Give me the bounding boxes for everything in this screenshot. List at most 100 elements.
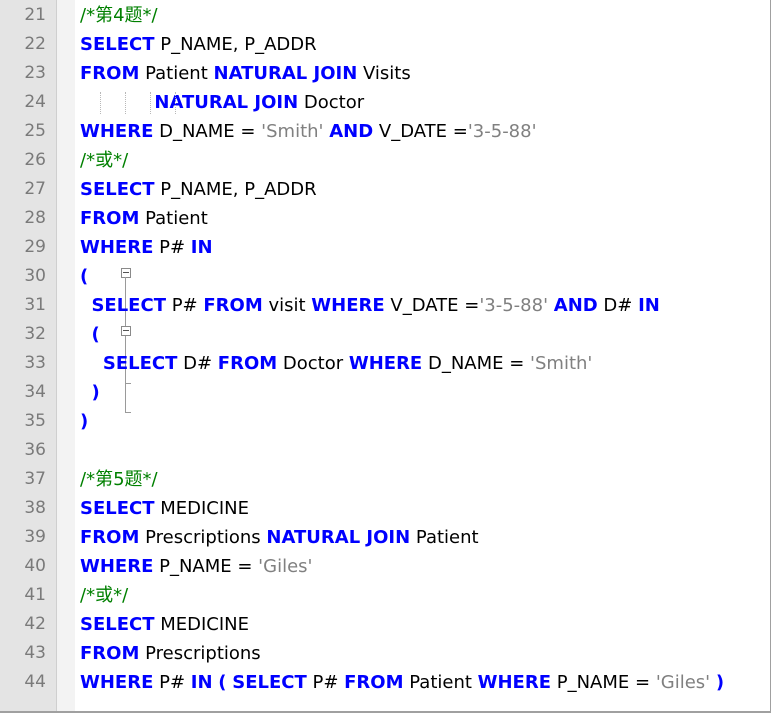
code-text[interactable]: FROM Prescriptions NATURAL JOIN Patient (80, 523, 770, 552)
code-line[interactable]: 33 SELECT D# FROM Doctor WHERE D_NAME = … (0, 349, 770, 378)
code-text[interactable]: SELECT P_NAME, P_ADDR (80, 30, 770, 59)
keyword-token: SELECT (80, 498, 155, 519)
keyword-token: FROM (80, 208, 140, 229)
line-number: 22 (24, 34, 46, 54)
code-line[interactable]: 39 FROM Prescriptions NATURAL JOIN Patien… (0, 523, 770, 552)
code-text[interactable]: WHERE D_NAME = 'Smith' AND V_DATE ='3-5-… (80, 117, 770, 146)
line-number: 33 (24, 353, 46, 373)
keyword-token: IN (190, 237, 213, 258)
keyword-token: SELECT (91, 295, 166, 316)
text-token: Patient (139, 208, 208, 229)
code-text[interactable]: SELECT MEDICINE (80, 610, 770, 639)
code-line[interactable]: 38 SELECT MEDICINE (0, 494, 770, 523)
text-token: D_NAME = (153, 121, 262, 142)
keyword-token: FROM (217, 353, 278, 374)
text-token: Prescriptions (139, 643, 261, 664)
text-token: MEDICINE (154, 498, 250, 519)
line-number: 43 (24, 643, 46, 663)
code-line[interactable]: 44 WHERE P# IN ( SELECT P# FROM Patient W… (0, 668, 770, 697)
line-number: 31 (24, 295, 46, 315)
code-text[interactable]: ( (80, 320, 770, 349)
keyword-token: AND (553, 295, 598, 316)
text-token: P# (153, 237, 191, 258)
indent-guide (100, 92, 101, 114)
text-token: P_NAME, P_ADDR (154, 179, 317, 200)
keyword-token: IN (190, 672, 213, 693)
code-line[interactable]: 35) (0, 407, 770, 436)
keyword-token: IN (638, 295, 660, 316)
keyword-token: WHERE (80, 556, 154, 577)
line-number: 30 (24, 266, 46, 286)
text-token: P# (306, 672, 345, 693)
code-text[interactable]: WHERE P# IN ( SELECT P# FROM Patient WHE… (80, 668, 770, 697)
code-line[interactable]: 40 WHERE P_NAME = 'Giles' (0, 552, 770, 581)
code-text[interactable]: SELECT P# FROM visit WHERE V_DATE ='3-5-… (80, 291, 770, 320)
line-number: 42 (24, 614, 46, 634)
text-token: Prescriptions (139, 527, 267, 548)
line-number: 39 (24, 527, 46, 547)
code-text[interactable]: ( (80, 262, 770, 291)
code-text[interactable]: /*第4题*/ (80, 1, 770, 30)
comment-token: /*第4题*/ (80, 5, 158, 26)
code-line[interactable]: 29 WHERE P# IN (0, 233, 770, 262)
keyword-token: FROM (80, 527, 140, 548)
keyword-token: FROM (344, 672, 404, 693)
code-text[interactable]: SELECT D# FROM Doctor WHERE D_NAME = 'Sm… (80, 349, 770, 378)
code-text[interactable]: FROM Patient NATURAL JOIN Visits (80, 59, 770, 88)
string-token: '3-5-88' (479, 295, 549, 316)
indent-guide (150, 92, 151, 114)
code-text[interactable]: ) (80, 378, 770, 407)
text-token: P# (153, 672, 191, 693)
text-token: Doctor (298, 92, 365, 113)
code-line[interactable]: 43 FROM Prescriptions (0, 639, 770, 668)
text-token: Patient (410, 527, 479, 548)
code-line[interactable]: 25 WHERE D_NAME = 'Smith' AND V_DATE ='3-… (0, 117, 770, 146)
line-number: 26 (24, 150, 46, 170)
code-text[interactable]: /*或*/ (80, 146, 770, 175)
code-line[interactable]: 36 (0, 436, 770, 465)
code-line[interactable]: 32 ( (0, 320, 770, 349)
code-text[interactable]: SELECT MEDICINE (80, 494, 770, 523)
text-token: P_NAME = (551, 672, 656, 693)
code-editor[interactable]: 21 /*第4题*/ 22 SELECT P_NAME, P_ADDR 23 FROM P… (0, 0, 771, 713)
code-line[interactable]: 27 SELECT P_NAME, P_ADDR (0, 175, 770, 204)
line-number: 44 (24, 672, 46, 692)
code-line[interactable]: 23 FROM Patient NATURAL JOIN Visits (0, 59, 770, 88)
code-line[interactable]: 21 /*第4题*/ (0, 1, 770, 30)
code-text[interactable]: /*第5题*/ (80, 465, 770, 494)
code-text[interactable]: WHERE P_NAME = 'Giles' (80, 552, 770, 581)
code-line[interactable]: 26 /*或*/ (0, 146, 770, 175)
code-text[interactable]: FROM Prescriptions (80, 639, 770, 668)
keyword-token: ) (715, 672, 725, 693)
string-token: 'Smith' (530, 353, 593, 374)
code-text[interactable]: FROM Patient (80, 204, 770, 233)
code-line[interactable]: 34 ) (0, 378, 770, 407)
code-line[interactable]: 28 FROM Patient (0, 204, 770, 233)
code-line[interactable]: 30 ( (0, 262, 770, 291)
line-number: 25 (24, 121, 46, 141)
text-token: V_DATE = (384, 295, 480, 316)
code-line[interactable]: 41 /*或*/ (0, 581, 770, 610)
code-line[interactable]: 37 /*第5题*/ (0, 465, 770, 494)
code-text[interactable]: ) (80, 407, 770, 436)
keyword-token: WHERE (311, 295, 385, 316)
code-text[interactable]: /*或*/ (80, 581, 770, 610)
text-token: D# (177, 353, 218, 374)
string-token: 'Giles' (258, 556, 313, 577)
string-token: 'Giles' (655, 672, 711, 693)
line-number: 21 (24, 5, 46, 25)
code-text[interactable]: SELECT P_NAME, P_ADDR (80, 175, 770, 204)
code-line[interactable]: 42 SELECT MEDICINE (0, 610, 770, 639)
text-token: D# (597, 295, 639, 316)
code-line[interactable]: 22 SELECT P_NAME, P_ADDR (0, 30, 770, 59)
code-text[interactable]: NATURAL JOIN Doctor (80, 88, 770, 117)
keyword-token: SELECT (102, 353, 178, 374)
code-text[interactable]: WHERE P# IN (80, 233, 770, 262)
code-line[interactable]: 24 NATURAL JOIN Doctor (0, 88, 770, 117)
code-line[interactable]: 31 SELECT P# FROM visit WHERE V_DATE ='3… (0, 291, 770, 320)
text-token: Doctor (277, 353, 349, 374)
keyword-token: WHERE (80, 121, 154, 142)
line-number: 37 (24, 469, 46, 489)
